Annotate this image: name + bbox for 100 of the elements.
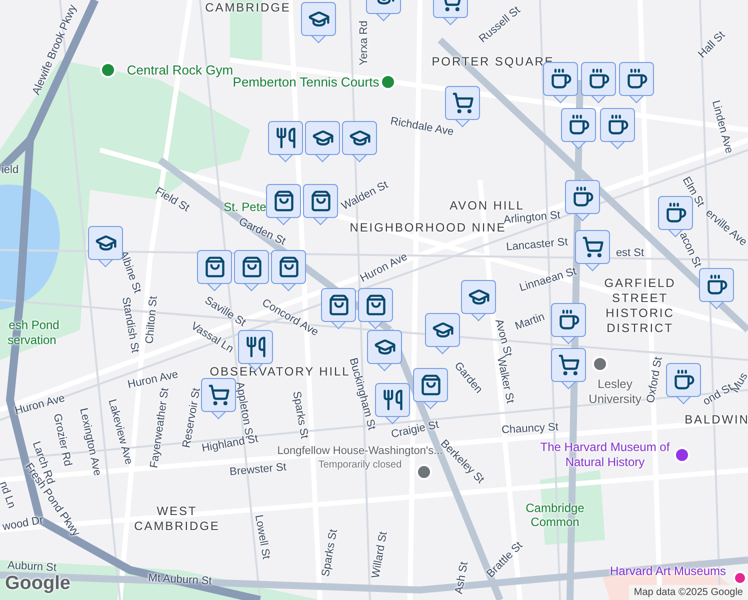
street-label: Hall St xyxy=(695,28,729,62)
map-pin[interactable] xyxy=(342,121,377,163)
street-label: acon St xyxy=(676,230,705,270)
street-label: Ash St xyxy=(452,560,472,596)
area-label: OBSERVATORY HILL xyxy=(210,364,350,378)
map-pin[interactable] xyxy=(303,184,338,226)
cup-icon xyxy=(706,274,728,296)
bag-icon xyxy=(240,256,262,278)
map-pin[interactable] xyxy=(301,2,336,44)
street-label: nd Ln xyxy=(0,479,19,511)
map-pin[interactable] xyxy=(268,121,303,163)
bag-icon xyxy=(310,190,332,212)
street-label: est St xyxy=(616,246,644,261)
bag-icon xyxy=(420,374,442,396)
place-label: Harvard Art Museums xyxy=(610,563,726,580)
fork-knife-icon xyxy=(382,389,404,411)
cup-icon xyxy=(664,202,686,224)
map-pin[interactable] xyxy=(600,108,635,150)
map-pin[interactable] xyxy=(699,268,734,310)
park-label: servation xyxy=(8,333,56,347)
bag-icon xyxy=(278,256,300,278)
map-pin[interactable] xyxy=(234,250,269,292)
place-pin-icon xyxy=(592,356,608,372)
street-label: Albine St xyxy=(116,248,144,296)
map-pin[interactable] xyxy=(358,288,393,330)
street-label: Linden Ave xyxy=(708,98,736,156)
street-label: Yerxa Rd xyxy=(356,20,371,66)
bag-icon xyxy=(328,294,350,316)
place-label: Central Rock Gym xyxy=(126,61,234,80)
street-label: Chauncy St xyxy=(501,420,559,438)
place-pin-icon xyxy=(733,571,747,585)
street-label: Chilton St xyxy=(142,296,161,344)
street-label: Sparks St xyxy=(318,528,341,578)
map-pin[interactable] xyxy=(305,121,340,163)
cup-icon xyxy=(568,114,590,136)
cart-icon xyxy=(208,384,230,406)
bag-icon xyxy=(272,190,294,212)
cup-icon xyxy=(588,68,610,90)
place-pin-icon xyxy=(100,62,116,78)
place-pin-icon xyxy=(674,447,690,463)
street-label: Brewster St xyxy=(228,460,288,480)
cart-icon xyxy=(582,236,604,258)
street-label: Huron Ave xyxy=(357,250,410,287)
map-pin[interactable] xyxy=(375,383,410,425)
map-pin[interactable] xyxy=(619,62,654,104)
street-label: Lexington Ave xyxy=(76,406,104,478)
map-pin[interactable] xyxy=(561,108,596,150)
street-label: Martin xyxy=(512,310,548,335)
bag-icon xyxy=(364,294,386,316)
street-label: Mt Auburn St xyxy=(148,571,212,590)
street-label: Elm St xyxy=(678,174,708,210)
map-pin[interactable] xyxy=(666,363,701,405)
map-pin[interactable] xyxy=(425,313,460,355)
street-label: Avon St xyxy=(491,317,515,358)
map-pin[interactable] xyxy=(321,288,356,330)
place-label: The Harvard Museum of Natural History xyxy=(540,440,670,470)
street-label: Grozier Rd xyxy=(50,412,75,468)
cup-icon xyxy=(572,186,594,208)
street-label: Field St xyxy=(152,184,192,216)
place-label: Lesley University xyxy=(588,377,642,407)
map-pin[interactable] xyxy=(461,280,496,322)
map-pin[interactable] xyxy=(201,378,236,420)
cup-icon xyxy=(606,114,628,136)
map-pin[interactable] xyxy=(271,250,306,292)
cup-icon xyxy=(626,68,648,90)
cup-icon xyxy=(558,309,580,331)
street-label: Lakeview Ave xyxy=(104,397,136,467)
place-label: Longfellow House-Washington's... xyxy=(277,444,443,457)
park-label: esh Pond xyxy=(8,318,60,332)
map-pin[interactable] xyxy=(88,226,123,268)
street-label: Sparks St xyxy=(289,390,312,440)
area-label: BALDWIN xyxy=(684,412,748,428)
area-label: GARFIELD STREET HISTORIC DISTRICT xyxy=(603,276,677,336)
street-label: ield xyxy=(1,162,19,178)
area-label: CAMBRIDGE xyxy=(205,0,291,16)
cart-icon xyxy=(452,92,474,114)
street-label: Lancaster St xyxy=(506,235,568,256)
cup-icon xyxy=(672,369,694,391)
street-label: wood Dr xyxy=(1,513,45,536)
park-label: St. Pete xyxy=(224,200,266,214)
map-attribution: Map data ©2025 Google xyxy=(628,585,748,600)
map-pin[interactable] xyxy=(413,368,448,410)
map-pin[interactable] xyxy=(551,303,586,345)
map-pin[interactable] xyxy=(581,62,616,104)
map-pin[interactable] xyxy=(575,230,610,272)
place-pin-icon xyxy=(380,74,396,90)
street-label: Standish St xyxy=(118,296,142,354)
map-pin[interactable] xyxy=(551,348,586,390)
street-label: Lowell St xyxy=(251,514,274,560)
status-label: Temporarily closed xyxy=(318,458,402,472)
place-pin-icon xyxy=(416,464,432,480)
area-label: WEST CAMBRIDGE xyxy=(133,504,221,534)
place-label: Pemberton Tennis Courts xyxy=(232,73,380,92)
street-label: Willard St xyxy=(368,530,391,580)
street-label: Oxford St xyxy=(644,356,666,404)
street-label: Fayerweather St xyxy=(148,387,172,470)
map-pin[interactable] xyxy=(565,180,600,222)
street-label: Reservoir St xyxy=(180,386,203,449)
map-pin[interactable] xyxy=(197,250,232,292)
street-label: Linnaean St xyxy=(518,264,578,296)
